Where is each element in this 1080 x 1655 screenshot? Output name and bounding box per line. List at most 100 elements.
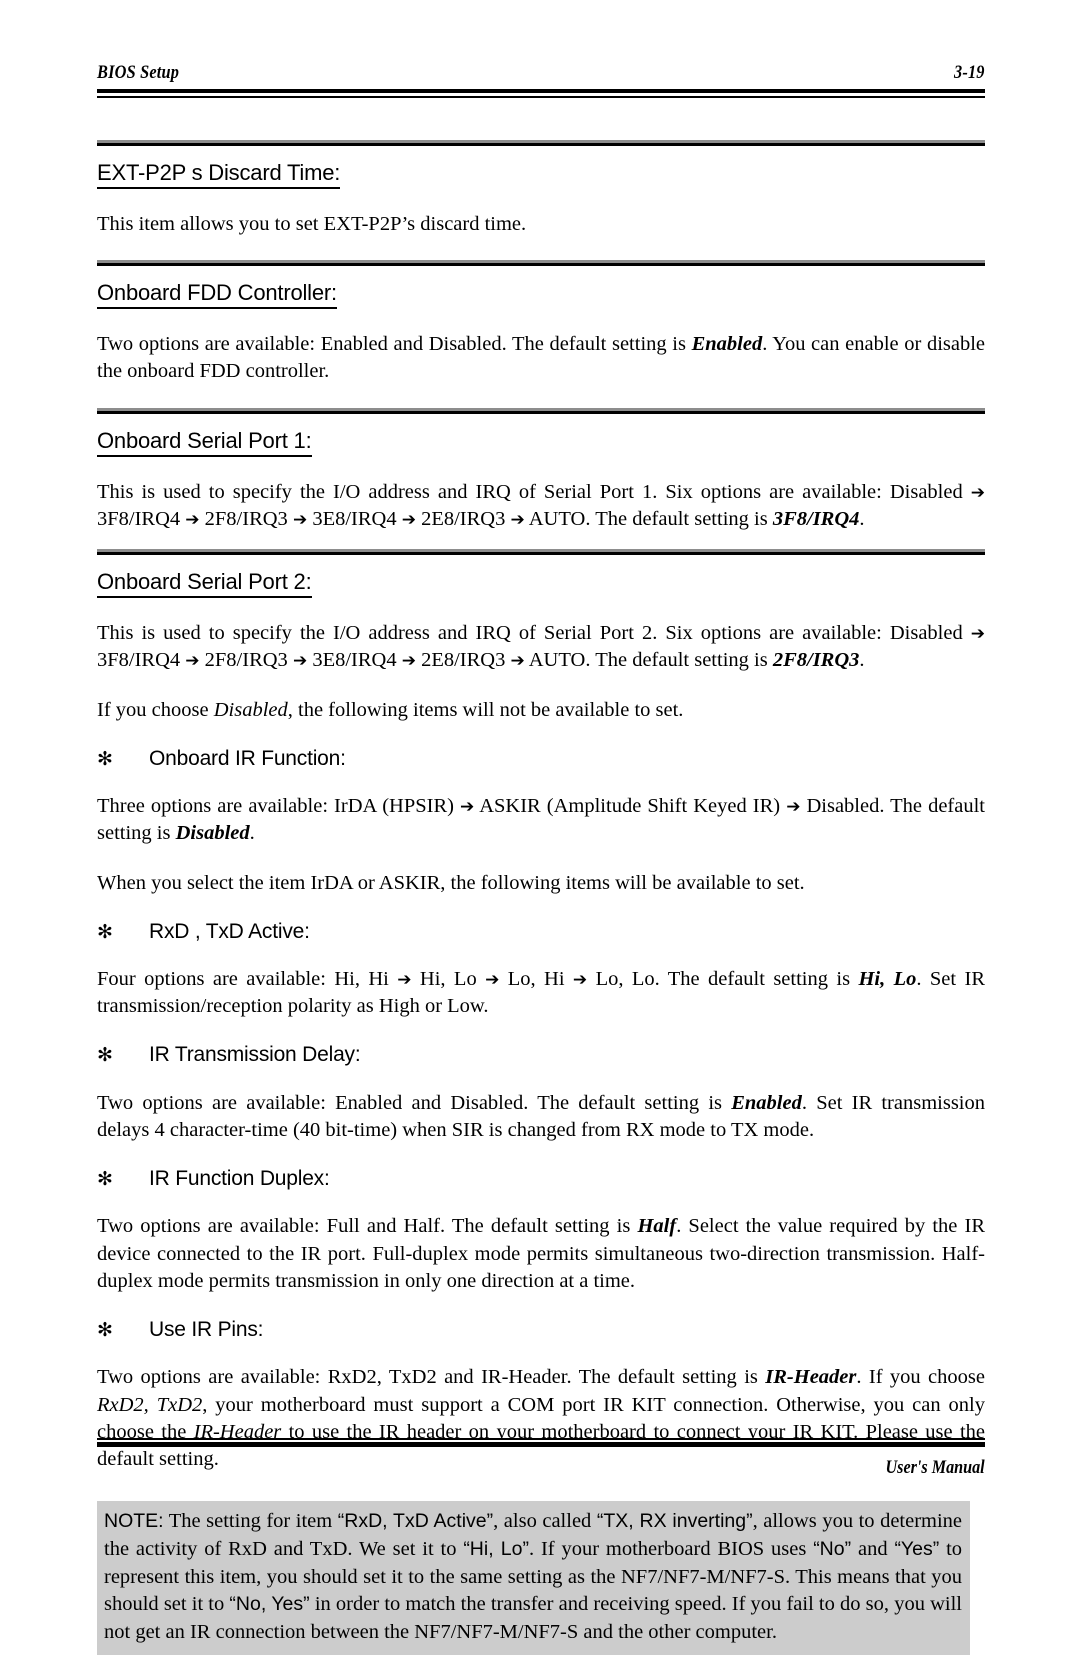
subsection-label: IR Function Duplex: (149, 1167, 330, 1191)
section-separator (97, 549, 985, 556)
bullet-icon: ✻ (97, 747, 113, 770)
text-fragment: . (859, 507, 865, 530)
bios-value: “No” (813, 1537, 852, 1560)
text-fragment: Lo, Lo. The default setting is (595, 967, 851, 990)
option-value: 2F8/IRQ3 (204, 649, 288, 672)
option-value: 2F8/IRQ3 (204, 507, 288, 530)
arrow-icon: ➔ (510, 651, 525, 672)
paragraph-rxd-txd-active: Four options are available: Hi, Hi ➔ Hi,… (97, 966, 985, 1021)
arrow-icon: ➔ (786, 797, 801, 817)
bullet-icon: ✻ (97, 1044, 113, 1067)
footer-label: User's Manual (885, 1457, 985, 1478)
arrow-icon: ➔ (510, 509, 525, 530)
arrow-icon: ➔ (970, 624, 986, 645)
text-fragment: Three options are available: IrDA (HPSIR… (97, 795, 454, 817)
arrow-icon: ➔ (401, 651, 416, 672)
default-value-emphasis: Hi, Lo (858, 967, 917, 990)
section-separator (97, 260, 985, 267)
paragraph-ext-p2p-discard-time: This item allows you to set EXT-P2P’s di… (97, 212, 527, 235)
page-footer: User's Manual (97, 1438, 985, 1479)
default-value-emphasis: Half (637, 1215, 677, 1238)
arrow-icon: ➔ (185, 651, 200, 672)
option-value: 3E8/IRQ4 (312, 507, 397, 530)
arrow-icon: ➔ (485, 969, 500, 990)
arrow-icon: ➔ (397, 969, 412, 990)
option-value: Hi, Lo (419, 967, 477, 990)
text-fragment: AUTO. The default setting is (528, 507, 768, 530)
page-number: 3-19 (954, 62, 985, 83)
text-fragment: Four options are available: Hi, Hi (97, 967, 389, 990)
default-value-emphasis: 3F8/IRQ4 (772, 507, 860, 530)
note-text: NOTE: The setting for item “RxD, TxD Act… (104, 1508, 962, 1646)
page-content: EXT-P2P s Discard Time: This item allows… (97, 140, 985, 1655)
text-fragment: . If your motherboard BIOS uses (528, 1537, 807, 1560)
text-fragment: AUTO. The default setting is (528, 649, 768, 672)
text-fragment: Two options are available: RxD2, TxD2 an… (97, 1366, 758, 1389)
text-fragment: Two options are available: Enabled and D… (97, 1091, 722, 1114)
option-value: 3F8/IRQ4 (97, 649, 181, 672)
paragraph-ir-function-duplex: Two options are available: Full and Half… (97, 1213, 985, 1295)
paragraph-ir-function-followup: When you select the item IrDA or ASKIR, … (97, 871, 805, 894)
bullet-icon: ✻ (97, 1168, 113, 1191)
option-value: 3E8/IRQ4 (312, 649, 397, 672)
section-heading-onboard-serial-port-1: Onboard Serial Port 1: (97, 428, 312, 457)
bullet-icon: ✻ (97, 1319, 113, 1342)
option-value: ASKIR (Amplitude Shift Keyed IR) (479, 795, 781, 817)
default-value-emphasis: 2F8/IRQ3 (772, 649, 860, 672)
manual-page: BIOS Setup 3-19 EXT-P2P s Discard Time: … (97, 0, 985, 1655)
paragraph-ir-transmission-delay: Two options are available: Enabled and D… (97, 1090, 985, 1145)
subsection-heading-onboard-ir-function: ✻ Onboard IR Function: (97, 746, 985, 771)
note-callout-box: NOTE: The setting for item “RxD, TxD Act… (97, 1501, 970, 1655)
bios-value: “Yes” (894, 1537, 940, 1560)
default-value-emphasis: IR-Header (765, 1366, 857, 1389)
paragraph-onboard-ir-function: Three options are available: IrDA (HPSIR… (97, 793, 985, 848)
paragraph-onboard-serial-port-2: This is used to specify the I/O address … (97, 620, 985, 675)
arrow-icon: ➔ (970, 482, 986, 503)
default-value-emphasis: Disabled (175, 822, 250, 845)
text-fragment: . (249, 822, 255, 845)
subsection-heading-rxd-txd-active: ✻ RxD , TxD Active: (97, 919, 985, 944)
paragraph-serial-port-2-disabled-note: If you choose Disabled, the following it… (97, 697, 985, 724)
text-fragment: If you choose (97, 698, 209, 721)
text-fragment: Two options are available: Full and Half… (97, 1215, 631, 1238)
section-heading-ext-p2p-discard-time: EXT-P2P s Discard Time: (97, 160, 340, 189)
default-value-emphasis: Enabled (691, 333, 763, 356)
bios-value: “Hi, Lo” (463, 1537, 529, 1560)
bullet-icon: ✻ (97, 920, 113, 943)
bios-value: “No, Yes” (229, 1593, 310, 1616)
option-emphasis: Disabled (213, 698, 288, 721)
default-value-emphasis: Enabled (731, 1091, 802, 1114)
subsection-label: RxD , TxD Active: (149, 919, 310, 943)
text-fragment: and (857, 1537, 888, 1560)
option-value: 3F8/IRQ4 (97, 507, 181, 530)
subsection-label: IR Transmission Delay: (149, 1043, 361, 1067)
subsection-heading-ir-function-duplex: ✻ IR Function Duplex: (97, 1166, 985, 1191)
arrow-icon: ➔ (292, 509, 308, 530)
subsection-label: Use IR Pins: (149, 1318, 264, 1342)
section-heading-onboard-fdd-controller: Onboard FDD Controller: (97, 280, 337, 310)
section-separator (97, 407, 985, 414)
paragraph-onboard-fdd-controller: Two options are available: Enabled and D… (97, 331, 985, 386)
arrow-icon: ➔ (185, 509, 200, 530)
text-fragment: This is used to specify the I/O address … (97, 622, 963, 645)
text-fragment: . (859, 649, 865, 672)
text-fragment: This is used to specify the I/O address … (97, 480, 963, 503)
section-separator (97, 140, 985, 146)
option-value: Lo, Hi (507, 967, 565, 990)
option-value: 2E8/IRQ3 (421, 507, 506, 530)
text-fragment: . If you choose (856, 1366, 985, 1389)
paragraph-onboard-serial-port-1: This is used to specify the I/O address … (97, 479, 985, 534)
page-header: BIOS Setup 3-19 (97, 62, 985, 106)
arrow-icon: ➔ (460, 797, 475, 817)
subsection-label: Onboard IR Function: (149, 746, 346, 770)
page-header-title: BIOS Setup (97, 62, 180, 83)
text-fragment: Two options are available: Enabled and D… (97, 333, 686, 356)
text-fragment: , the following items will not be availa… (287, 698, 684, 721)
subsection-heading-use-ir-pins: ✻ Use IR Pins: (97, 1317, 985, 1342)
arrow-icon: ➔ (572, 969, 588, 990)
footer-label-wrap: User's Manual (97, 1457, 985, 1479)
arrow-icon: ➔ (401, 509, 416, 530)
arrow-icon: ➔ (292, 651, 308, 672)
section-heading-onboard-serial-port-2: Onboard Serial Port 2: (97, 569, 312, 599)
subsection-heading-ir-transmission-delay: ✻ IR Transmission Delay: (97, 1042, 985, 1067)
